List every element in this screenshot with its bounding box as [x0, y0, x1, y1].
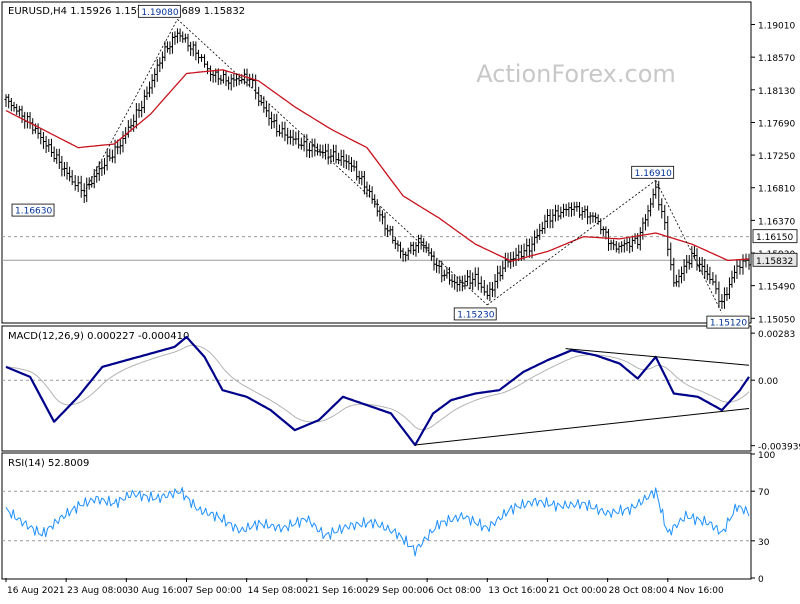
- x-tick-label: 4 Nov 16:00: [669, 586, 724, 596]
- price-tick-label: 1.18570: [758, 54, 795, 64]
- x-tick-label: 7 Sep 00:00: [187, 586, 242, 596]
- macd-panel-frame: [1, 325, 752, 452]
- watermark-text: ActionForex.com: [476, 60, 676, 88]
- annotation-label: 1.16910: [635, 169, 672, 179]
- rsi-tick-label: 70: [758, 488, 770, 498]
- price-axis-ticks: 1.19010 1.18570 1.18130 1.17690 1.17250 1.168…: [751, 22, 795, 325]
- x-tick-label: 16 Aug 2021: [7, 586, 65, 596]
- x-tick-label: 21 Sep 16:00: [308, 586, 368, 596]
- x-tick-label: 29 Sep 00:00: [368, 586, 428, 596]
- price-tick-label: 1.16370: [758, 217, 795, 227]
- price-tick-label: 1.15050: [758, 315, 795, 325]
- rsi-tick-label: 100: [758, 451, 775, 461]
- eurusd-chart: ActionForex.com EURUSD,H4 1.15926 1.1597…: [1, 1, 800, 596]
- annotation-label: 1.19080: [141, 8, 178, 18]
- rsi-axis-ticks: 100 70 30 0: [751, 451, 775, 585]
- price-tick-label: 1.16810: [758, 185, 795, 195]
- price-panel-label: EURUSD,H4 1.15926 1.15978 1.15689 1.1583…: [8, 6, 245, 17]
- x-tick-label: 6 Oct 08:00: [428, 586, 481, 596]
- annotation-label: 1.16630: [15, 207, 52, 217]
- macd-tick-label: 0.00283: [758, 330, 795, 340]
- x-tick-label: 23 Aug 08:00: [67, 586, 128, 596]
- rsi-tick-label: 0: [758, 575, 764, 585]
- x-tick-label: 28 Oct 08:00: [609, 586, 668, 596]
- price-level-label: 1.16150: [756, 233, 793, 243]
- price-tick-label: 1.18130: [758, 87, 795, 97]
- price-tick-label: 1.17690: [758, 119, 795, 129]
- annotation-label: 1.15120: [710, 319, 747, 329]
- macd-panel-label: MACD(12,26,9) 0.000227 -0.000410: [8, 331, 189, 342]
- price-tick-label: 1.19010: [758, 22, 795, 32]
- x-axis-ticks: 16 Aug 2021 23 Aug 08:00 30 Aug 16:00 7 Sep…: [5, 578, 724, 596]
- annotation-label: 1.15230: [457, 310, 494, 320]
- x-tick-label: 21 Oct 00:00: [548, 586, 607, 596]
- x-tick-label: 14 Sep 08:00: [248, 586, 308, 596]
- macd-axis-ticks: 0.002830.00-0.003939: [751, 330, 800, 453]
- price-level-label: 1.15832: [756, 257, 793, 267]
- x-tick-label: 30 Aug 16:00: [127, 586, 188, 596]
- rsi-tick-label: 30: [758, 538, 770, 548]
- price-panel-frame: [1, 1, 752, 324]
- x-tick-label: 13 Oct 16:00: [488, 586, 547, 596]
- price-tick-label: 1.15490: [758, 283, 795, 293]
- macd-tick-label: 0.00: [758, 377, 778, 387]
- chart-stage: ActionForex.com EURUSD,H4 1.15926 1.1597…: [0, 0, 800, 600]
- price-tick-label: 1.17250: [758, 152, 795, 162]
- rsi-panel-label: RSI(14) 52.8009: [8, 458, 89, 469]
- rsi-panel-frame: [1, 452, 752, 580]
